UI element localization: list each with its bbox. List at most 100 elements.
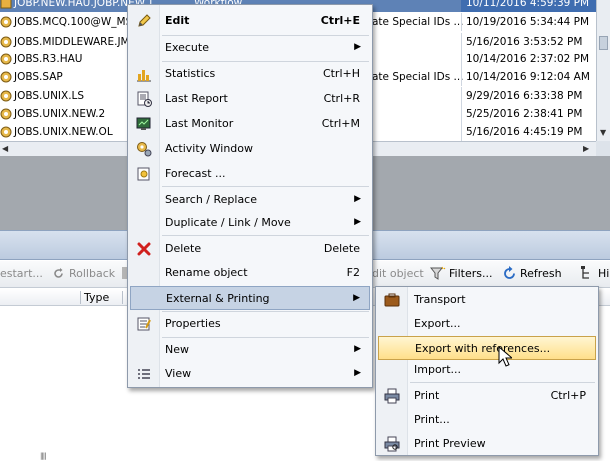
rollback-label: Rollback [69,267,116,280]
menu-item-rename-object[interactable]: Rename object F2 [130,261,370,285]
scroll-down-arrow-icon[interactable]: ▼ [600,128,606,137]
column-type[interactable]: Type [84,291,109,304]
menu-item-duplicate-link-move[interactable]: Duplicate / Link / Move ▶ [130,211,370,235]
object-title: ate Special IDs ... [372,16,464,28]
menu-item-label: Statistics [165,67,216,80]
object-name: JOBS.MCQ.100@W_MS [14,16,133,28]
menu-item-shortcut: Ctrl+R [323,92,360,105]
menu-item-label: Execute [165,41,209,54]
pencil-icon [138,14,151,27]
menu-item-transport[interactable]: Transport [378,288,596,312]
menu-item-shortcut: Ctrl+M [321,117,360,130]
submenu-arrow-icon: ▶ [354,368,361,378]
menu-item-label: Edit [165,14,190,27]
object-name: JOBS.UNIX.LS [14,90,85,102]
job-gear-icon [0,71,12,83]
object-name: JOBS.SAP [14,71,63,83]
menu-item-shortcut: F2 [346,266,360,279]
scroll-left-arrow-icon[interactable]: ◀ [2,144,8,153]
menu-item-new[interactable]: New ▶ [130,338,370,362]
menu-item-label: Print... [414,413,450,426]
menu-item-label: Forecast ... [165,167,226,180]
job-gear-icon [0,53,12,65]
submenu-arrow-icon: ▶ [354,42,361,52]
edit-object-button[interactable]: dit object [372,267,424,280]
workflow-icon [0,0,12,9]
restart-button[interactable]: estart... [0,267,43,280]
object-date: 10/19/2016 5:34:44 PM [461,13,596,31]
external-printing-submenu: Transport Export... Export with referenc… [375,286,599,456]
forecast-icon [137,167,150,181]
job-gear-icon [0,16,12,28]
report-icon [137,91,152,107]
menu-item-last-monitor[interactable]: Last Monitor Ctrl+M [130,112,370,136]
object-name: JOBS.R3.HAU [14,53,83,65]
refresh-label: Refresh [520,267,562,280]
scroll-thumb[interactable] [599,36,608,50]
menu-item-label: Delete [165,242,202,255]
hierarchy-icon [581,266,589,279]
submenu-arrow-icon: ▶ [354,217,361,227]
menu-item-delete[interactable]: Delete Delete [130,237,370,261]
menu-item-last-report[interactable]: Last Report Ctrl+R [130,87,370,111]
scroll-corner [596,141,610,156]
menu-item-export-with-references[interactable]: Export with references... [378,336,596,360]
menu-item-label: Print [414,389,440,402]
vertical-scrollbar[interactable]: ▼ [596,0,610,141]
resize-grip-icon[interactable]: |||| [40,452,47,460]
menu-item-edit[interactable]: Edit Ctrl+E [130,9,370,33]
menu-item-label: Export... [414,317,461,330]
menu-item-print-preview[interactable]: Print Preview [378,432,596,456]
bar-chart-icon [137,70,151,82]
object-date: 5/16/2016 4:45:19 PM [461,123,596,141]
job-gear-icon [0,126,12,138]
menu-item-forecast[interactable]: Forecast ... [130,162,370,186]
menu-item-print-dialog[interactable]: Print... [378,408,596,432]
menu-item-label: Transport [414,293,466,306]
briefcase-icon [384,293,400,307]
object-name: JOBS.MIDDLEWARE.JM [14,36,130,48]
menu-item-view[interactable]: View ▶ [130,362,370,386]
menu-item-shortcut: Ctrl+E [320,14,360,27]
scroll-right-arrow-icon[interactable]: ▶ [583,144,589,153]
menu-item-print[interactable]: Print Ctrl+P [378,384,596,408]
filter-funnel-icon [430,266,446,280]
submenu-arrow-icon: ▶ [354,194,361,204]
filters-label: Filters... [449,267,493,280]
object-name: JOBS.UNIX.NEW.OL [14,126,113,138]
menu-item-activity-window[interactable]: Activity Window [130,137,370,161]
menu-item-label: Search / Replace [165,193,258,206]
menu-item-execute[interactable]: Execute ▶ [130,36,370,60]
menu-item-search-replace[interactable]: Search / Replace ▶ [130,188,370,212]
job-gear-icon [0,90,12,102]
menu-item-statistics[interactable]: Statistics Ctrl+H [130,62,370,86]
object-name: JOBS.UNIX.NEW.2 [14,108,106,120]
object-date: 5/25/2016 2:38:41 PM [461,105,596,123]
menu-item-label: Export with references... [415,342,551,355]
hide-label: Hi [598,267,610,280]
menu-item-label: Rename object [165,266,248,279]
submenu-arrow-icon: ▶ [353,293,360,303]
properties-icon [137,317,151,331]
menu-item-import[interactable]: Import... [378,358,596,382]
menu-item-label: External & Printing [166,292,270,305]
menu-item-label: Properties [165,317,221,330]
menu-item-export[interactable]: Export... [378,312,596,336]
menu-item-label: New [165,343,189,356]
printer-icon [384,388,400,404]
menu-item-label: Last Monitor [165,117,234,130]
menu-item-shortcut: Ctrl+P [550,389,586,402]
view-list-icon [138,369,150,379]
menu-item-properties[interactable]: Properties [130,312,370,336]
print-preview-icon [384,436,400,452]
context-menu: Edit Ctrl+E Execute ▶ Statistics Ctrl+H … [127,4,373,388]
menu-item-label: Print Preview [414,437,486,450]
monitor-icon [136,117,151,130]
object-date: 9/29/2016 6:33:38 PM [461,87,596,105]
object-date: 10/14/2016 9:12:04 AM [461,68,596,86]
rollback-icon [54,268,63,278]
job-gear-icon [0,36,12,48]
menu-item-label: Import... [414,363,461,376]
menu-item-external-printing[interactable]: External & Printing ▶ [130,286,370,310]
submenu-arrow-icon: ▶ [354,344,361,354]
